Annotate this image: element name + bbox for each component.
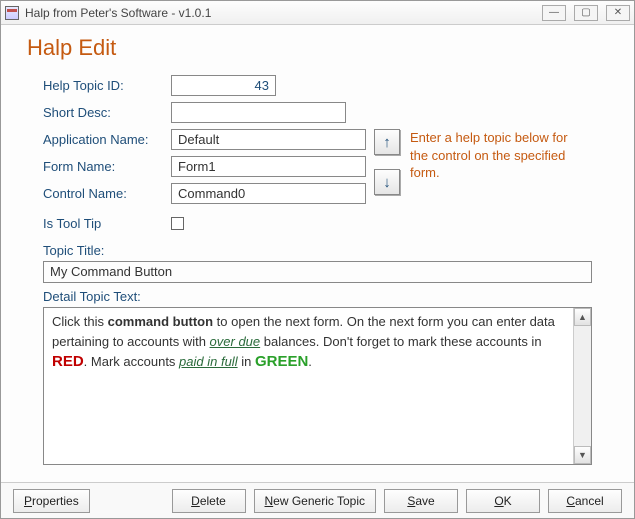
app-icon <box>5 6 19 20</box>
scroll-track[interactable] <box>574 326 591 446</box>
new-generic-topic-button[interactable]: New Generic Topic <box>254 489 377 513</box>
move-down-button[interactable]: ↓ <box>374 169 400 195</box>
application-name-label: Application Name: <box>43 132 163 147</box>
properties-button[interactable]: Properties <box>13 489 90 513</box>
ok-button[interactable]: OK <box>466 489 540 513</box>
move-up-button[interactable]: ↑ <box>374 129 400 155</box>
detail-text-red: RED <box>52 353 84 370</box>
detail-text-bold: command button <box>108 314 213 329</box>
detail-text-green: GREEN <box>255 353 308 370</box>
detail-text: Click this <box>52 314 108 329</box>
topic-title-label: Topic Title: <box>43 243 614 258</box>
maximize-button[interactable]: ▢ <box>574 5 598 21</box>
client-area: Halp Edit Help Topic ID: 43 Short Desc: … <box>1 25 634 482</box>
detail-scrollbar[interactable]: ▲ ▼ <box>573 308 591 464</box>
scroll-down-button[interactable]: ▼ <box>574 446 591 464</box>
close-button[interactable]: ✕ <box>606 5 630 21</box>
form-name-field[interactable]: Form1 <box>171 156 366 177</box>
form-grid: Help Topic ID: 43 Short Desc: Applicatio… <box>43 75 614 210</box>
short-desc-label: Short Desc: <box>43 105 163 120</box>
control-name-label: Control Name: <box>43 186 163 201</box>
detail-text-paid: paid in full <box>179 354 238 369</box>
hint-text: Enter a help topic below for the control… <box>410 129 580 182</box>
help-topic-id-label: Help Topic ID: <box>43 78 163 93</box>
titlebar: Halp from Peter's Software - v1.0.1 — ▢ … <box>1 1 634 25</box>
short-desc-field[interactable] <box>171 102 346 123</box>
window-frame: Halp from Peter's Software - v1.0.1 — ▢ … <box>0 0 635 519</box>
is-tooltip-checkbox[interactable] <box>171 217 184 230</box>
detail-text-overdue: over due <box>210 334 261 349</box>
detail-text-field[interactable]: Click this command button to open the ne… <box>43 307 592 465</box>
cancel-button[interactable]: Cancel <box>548 489 622 513</box>
detail-label: Detail Topic Text: <box>43 289 614 304</box>
control-name-field[interactable]: Command0 <box>171 183 366 204</box>
delete-button[interactable]: Delete <box>172 489 246 513</box>
scroll-up-button[interactable]: ▲ <box>574 308 591 326</box>
window-title: Halp from Peter's Software - v1.0.1 <box>25 6 534 20</box>
detail-text-body[interactable]: Click this command button to open the ne… <box>44 308 573 464</box>
is-tooltip-label: Is Tool Tip <box>43 216 163 231</box>
save-button[interactable]: Save <box>384 489 458 513</box>
help-topic-id-field[interactable]: 43 <box>171 75 276 96</box>
detail-text: balances. Don't forget to mark these acc… <box>260 334 541 349</box>
detail-text: . Mark accounts <box>84 354 179 369</box>
detail-text: in <box>238 354 255 369</box>
button-bar: Properties Delete New Generic Topic Save… <box>1 482 634 518</box>
detail-text: . <box>308 354 312 369</box>
minimize-button[interactable]: — <box>542 5 566 21</box>
topic-title-field[interactable]: My Command Button <box>43 261 592 283</box>
application-name-field[interactable]: Default <box>171 129 366 150</box>
page-title: Halp Edit <box>27 35 614 61</box>
form-name-label: Form Name: <box>43 159 163 174</box>
